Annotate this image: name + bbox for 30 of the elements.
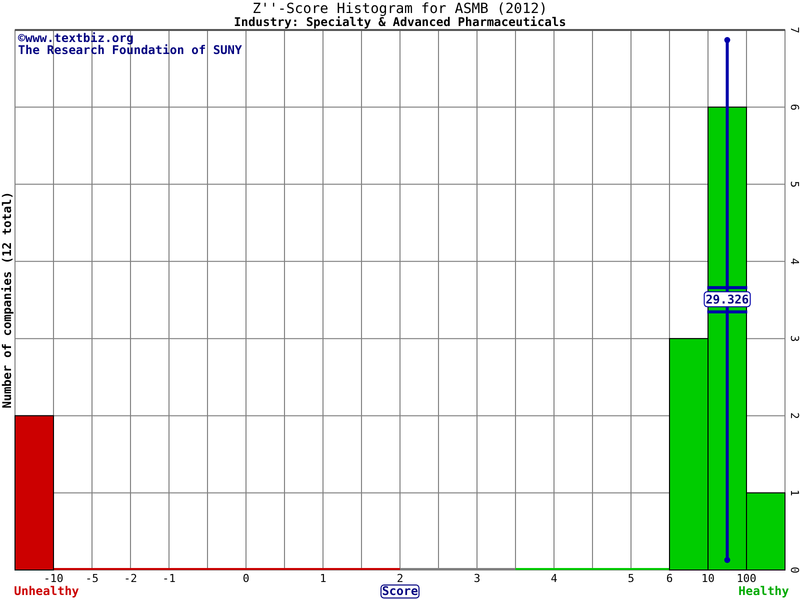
x-tick-label: 2	[396, 572, 404, 585]
chart-subtitle: Industry: Specialty & Advanced Pharmaceuticals	[234, 15, 566, 29]
x-tick-label: 10	[701, 572, 715, 585]
credit-text: ©www.textbiz.org	[18, 31, 134, 45]
value-label: 29.326	[706, 292, 749, 307]
y-tick-label: 5	[788, 180, 800, 188]
y-tick-label: 6	[788, 104, 800, 110]
x-axis-label: Score	[380, 584, 420, 598]
x-tick-label: 3	[474, 572, 480, 585]
chart-title: Z''-Score Histogram for ASMB (2012)	[252, 1, 548, 17]
y-tick-label: 1	[788, 490, 800, 496]
x-tick-label: -2	[124, 572, 138, 585]
y-tick-label: 7	[788, 26, 800, 34]
unhealthy-label: Unhealthy	[14, 584, 80, 598]
x-tick-label: 1	[320, 572, 326, 585]
x-tick-label: 100	[736, 572, 756, 585]
y-axis-label: Number of companies (12 total)	[0, 192, 14, 408]
x-tick-label: -10	[44, 572, 64, 585]
x-tick-label: 5	[628, 572, 634, 585]
x-tick-label: -1	[162, 572, 176, 585]
x-tick-label: -5	[85, 572, 99, 585]
x-tick-label: 4	[550, 572, 558, 585]
credit-text: The Research Foundation of SUNY	[18, 43, 242, 57]
healthy-label: Healthy	[738, 584, 789, 598]
x-tick-label: 0	[242, 572, 250, 585]
y-tick-label: 4	[788, 258, 800, 265]
y-tick-label: 0	[788, 566, 800, 574]
y-tick-label: 3	[788, 335, 800, 342]
x-tick-label: 6	[666, 572, 673, 585]
y-tick-label: 2	[788, 412, 800, 420]
